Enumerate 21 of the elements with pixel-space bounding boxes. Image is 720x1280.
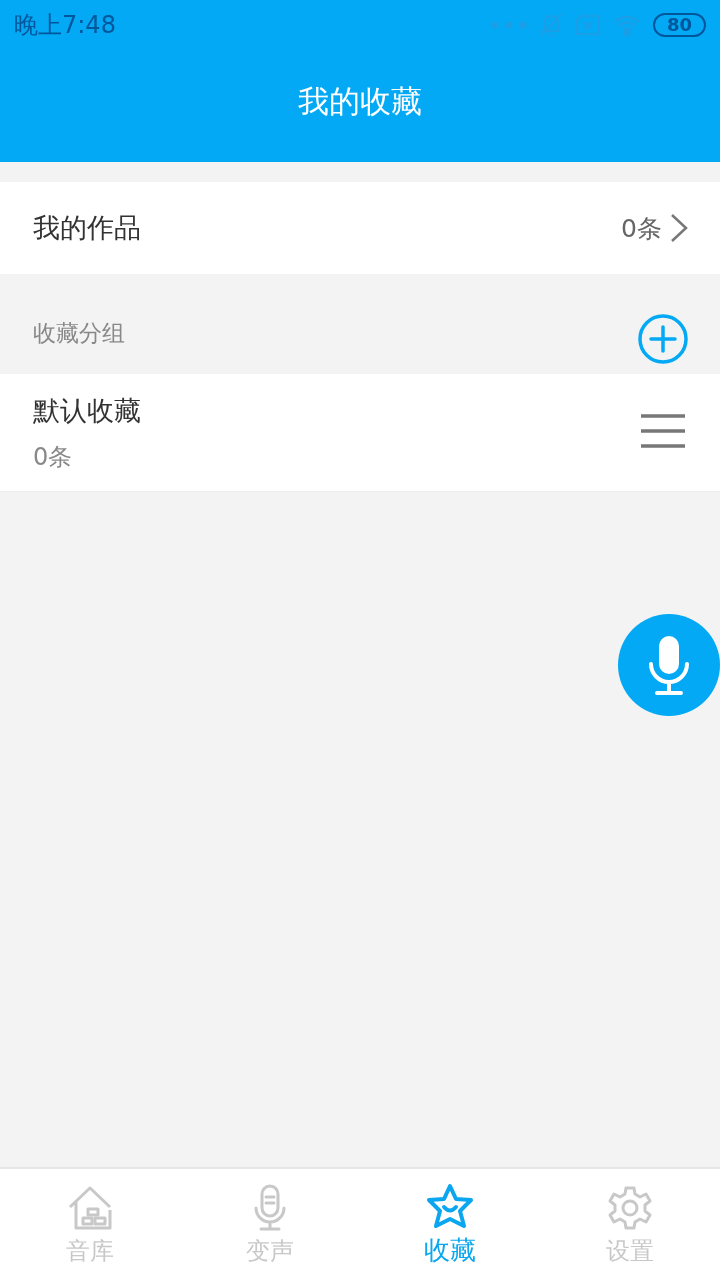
add-icon[interactable]	[638, 314, 688, 364]
wifi-icon	[612, 14, 641, 36]
group-name: 默认收藏	[33, 393, 141, 428]
page-title: 我的收藏	[297, 82, 423, 121]
section-label: 收藏分组	[33, 318, 125, 348]
microphone-icon	[253, 1183, 287, 1232]
house-icon	[66, 1184, 114, 1231]
menu-icon[interactable]	[640, 413, 686, 448]
my-works-row[interactable]: 我的作品 0条	[0, 182, 720, 274]
more-dots-icon	[490, 21, 527, 29]
group-count: 0条	[33, 441, 74, 473]
microphone-icon	[647, 634, 691, 696]
status-time: 晚上7:48	[14, 10, 116, 41]
chevron-right-icon	[670, 213, 688, 243]
settings-icon	[607, 1184, 653, 1231]
muted-bell-icon	[538, 12, 563, 38]
nav-tab[interactable]: 收藏	[360, 1169, 540, 1280]
sim-icon	[574, 14, 601, 36]
group-row[interactable]: 默认收藏 0条	[0, 374, 720, 492]
battery-level: 80	[652, 13, 706, 37]
star-icon	[425, 1183, 475, 1229]
